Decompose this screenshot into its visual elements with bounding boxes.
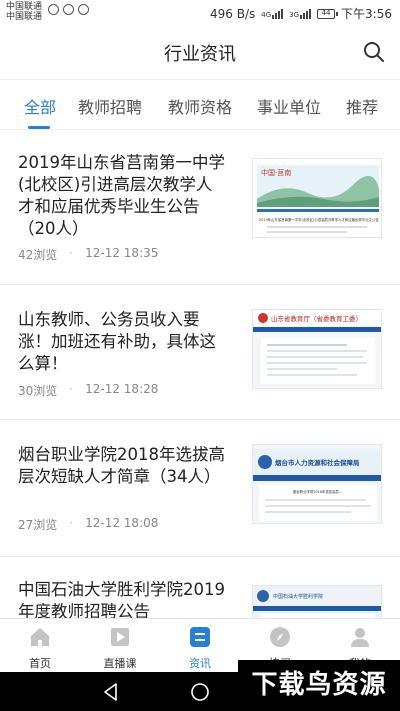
article-meta: 27浏览 · 12-12 18:08 (18, 516, 158, 533)
article-meta: 30浏览 · 12-12 18:28 (18, 382, 158, 399)
publish-time: 12-12 18:35 (85, 246, 159, 260)
nav-live-label: 直播课 (103, 657, 137, 670)
status-bar: 中国联通 中国联通 496 B/s 4G 3G 44 下午3:56 (0, 0, 400, 26)
active-tab-indicator (28, 126, 50, 129)
meta-separator: · (69, 382, 74, 396)
article-title[interactable]: 中国石油大学胜利学院2019年度教师招聘公告 (18, 579, 228, 618)
svg-text:烟台职业学院2018年选拔高层...: 烟台职业学院2018年选拔高层... (293, 489, 342, 494)
article-item[interactable]: 中国石油大学胜利学院2019年度教师招聘公告 中国石油大学胜利学院 (0, 557, 400, 618)
status-right: 496 B/s 4G 3G 44 下午3:56 (210, 5, 392, 22)
nav-news-label: 资讯 (189, 657, 211, 670)
thumbnail-image: 烟台市人力资源和社会保障局 烟台职业学院2018年选拔高层... (253, 445, 381, 523)
meta-separator: · (69, 246, 74, 260)
live-icon (111, 628, 129, 646)
view-count: 42浏览 (18, 248, 58, 262)
nav-news[interactable]: 资讯 (160, 625, 240, 671)
nav-home-label: 首页 (29, 657, 51, 670)
tab-teacher-qualification[interactable]: 教师资格 (168, 94, 232, 118)
news-icon (190, 627, 210, 647)
article-meta: 42浏览 · 12-12 18:35 (18, 246, 158, 263)
article-title[interactable]: 2019年山东省莒南第一中学(北校区)引进高层次教学人才和应届优秀毕业生公告（2… (18, 152, 228, 240)
net-speed: 496 B/s (210, 6, 256, 21)
back-icon[interactable] (100, 681, 122, 703)
article-item[interactable]: 山东教师、公务员收入要涨！加班还有补助，具体这么算！ 30浏览 · 12-12 … (0, 285, 400, 420)
nav-home[interactable]: 首页 (0, 625, 80, 671)
svg-text:2019年山东省莒南第一中学(北校区)引进高层次教学人才和应: 2019年山东省莒南第一中学(北校区)引进高层次教学人才和应届优秀毕业生公告 (259, 217, 379, 222)
search-icon[interactable] (362, 40, 386, 64)
thumbnail-image: 中国·莒南 2019年山东省莒南第一中学(北校区)引进高层次教学人才和应届优秀毕… (253, 159, 381, 237)
browser-icon (63, 4, 74, 15)
article-item[interactable]: 烟台职业学院2018年选拔高层次短缺人才简章（34人） 27浏览 · 12-12… (0, 420, 400, 557)
carrier-2: 中国联通 (6, 12, 43, 22)
carrier-info: 中国联通 中国联通 (6, 2, 42, 22)
article-title[interactable]: 烟台职业学院2018年选拔高层次短缺人才简章（34人） (18, 444, 228, 488)
article-title[interactable]: 山东教师、公务员收入要涨！加班还有补助，具体这么算！ (18, 309, 228, 375)
compass-icon (270, 627, 290, 647)
watermark-logo: 下载鸟资源 (238, 660, 400, 711)
svg-text:烟台市人力资源和社会保障局: 烟台市人力资源和社会保障局 (275, 458, 360, 467)
view-count: 30浏览 (18, 384, 58, 398)
thumbnail-image: 中国石油大学胜利学院 (253, 586, 381, 618)
page-title: 行业资讯 (164, 44, 236, 65)
svg-text:中国石油大学胜利学院: 中国石油大学胜利学院 (273, 593, 323, 600)
signal-4g-icon: 4G (261, 8, 284, 19)
publish-time: 12-12 18:28 (85, 382, 159, 396)
clock: 下午3:56 (341, 7, 392, 21)
article-thumbnail[interactable]: 中国·莒南 2019年山东省莒南第一中学(北校区)引进高层次教学人才和应届优秀毕… (252, 158, 382, 238)
thumbnail-image: 山东省教育厅（省委教育工委） (253, 310, 381, 388)
notification-icons (48, 4, 89, 15)
publish-time: 12-12 18:08 (85, 516, 159, 530)
category-tabs: 全部 教师招聘 教师资格 事业单位 推荐 (0, 80, 400, 130)
profile-icon (351, 628, 369, 647)
article-thumbnail[interactable]: 山东省教育厅（省委教育工委） (252, 309, 382, 389)
tab-recommended[interactable]: 推荐 (346, 94, 378, 118)
nav-live[interactable]: 直播课 (80, 625, 160, 671)
article-thumbnail[interactable]: 烟台市人力资源和社会保障局 烟台职业学院2018年选拔高层... (252, 444, 382, 524)
signal-3g-icon: 3G (289, 8, 312, 19)
meta-separator: · (69, 516, 74, 530)
home-icon (31, 628, 49, 646)
tab-public-institution[interactable]: 事业单位 (257, 94, 321, 118)
wechat-icon (48, 4, 59, 15)
view-count: 27浏览 (18, 518, 58, 532)
carrier-1: 中国联通 (6, 2, 43, 12)
svg-text:山东省教育厅（省委教育工委）: 山东省教育厅（省委教育工委） (271, 314, 362, 323)
battery-icon: 44 (317, 8, 339, 19)
tab-teacher-recruitment[interactable]: 教师招聘 (78, 94, 142, 118)
header: 行业资讯 (0, 26, 400, 80)
article-thumbnail[interactable]: 中国石油大学胜利学院 (252, 585, 382, 618)
app-icon (78, 4, 89, 15)
article-item[interactable]: 2019年山东省莒南第一中学(北校区)引进高层次教学人才和应届优秀毕业生公告（2… (0, 130, 400, 285)
svg-text:中国·莒南: 中国·莒南 (261, 168, 291, 177)
tab-all[interactable]: 全部 (24, 94, 56, 118)
home-button-icon[interactable] (189, 681, 211, 703)
